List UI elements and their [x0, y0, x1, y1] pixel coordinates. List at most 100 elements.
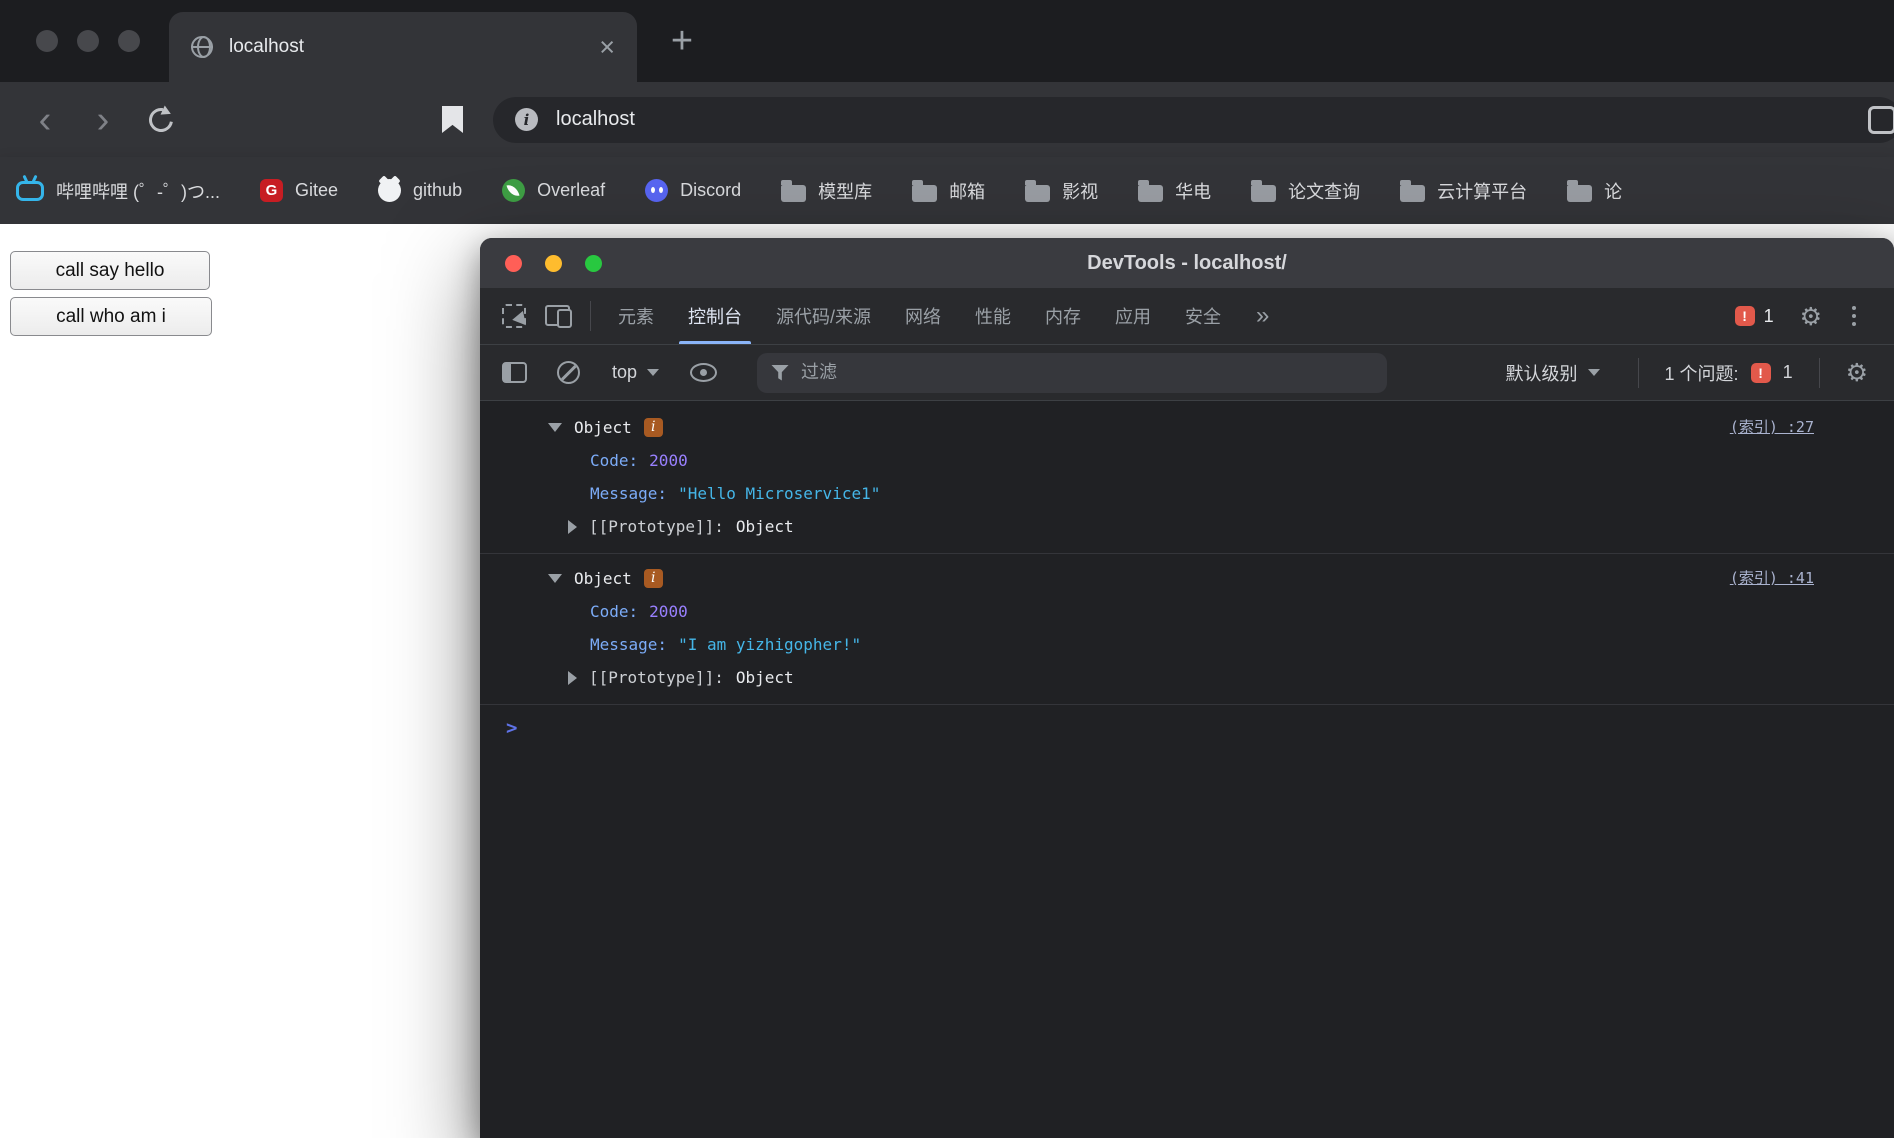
expand-triangle-icon[interactable]	[568, 519, 577, 534]
bookmark-label: 论文查询	[1288, 181, 1361, 202]
console-sidebar-button[interactable]	[492, 352, 536, 394]
context-selector[interactable]: top	[600, 362, 671, 383]
console-settings-gear-icon[interactable]: ⚙	[1846, 360, 1868, 385]
bookmark-folder-truncated[interactable]: 论	[1567, 178, 1622, 204]
forward-icon[interactable]: ›	[74, 101, 132, 139]
error-count-badge[interactable]: ! 1	[1734, 306, 1774, 327]
discord-icon	[645, 179, 669, 202]
close-window-button[interactable]	[36, 30, 58, 52]
new-tab-button[interactable]: +	[658, 18, 706, 66]
property-key: Message:	[590, 484, 668, 503]
bookmark-flag-icon[interactable]	[442, 106, 463, 133]
info-badge-icon[interactable]: i	[643, 569, 663, 588]
clear-console-button[interactable]	[546, 352, 590, 394]
prototype-line[interactable]: [[Prototype]]: Object	[480, 510, 1894, 543]
call-say-hello-button[interactable]: call say hello	[10, 251, 210, 290]
bookmark-label: 云计算平台	[1437, 181, 1528, 202]
log-levels-label: 默认级别	[1505, 363, 1578, 384]
issues-count: 1	[1782, 362, 1793, 382]
bookmark-folder-video[interactable]: 影视	[1025, 178, 1098, 204]
bookmark-folder-cloud[interactable]: 云计算平台	[1400, 178, 1527, 204]
gitee-icon: G	[260, 179, 283, 202]
bookmark-bilibili[interactable]: 哔哩哔哩 (゜-゜)つ...	[16, 178, 220, 204]
tab-close-icon[interactable]: ×	[599, 33, 615, 61]
folder-icon	[781, 179, 807, 202]
bookmark-github[interactable]: github	[378, 179, 462, 202]
prototype-line[interactable]: [[Prototype]]: Object	[480, 661, 1894, 694]
close-window-button[interactable]	[505, 255, 522, 272]
folder-icon	[1567, 179, 1593, 202]
bookmark-label: 华电	[1175, 181, 1212, 202]
tab-console[interactable]: 控制台	[671, 288, 759, 344]
bookmark-gitee[interactable]: G Gitee	[260, 179, 338, 202]
device-toolbar-button[interactable]	[536, 295, 580, 337]
bookmark-folder-huadian[interactable]: 华电	[1138, 178, 1211, 204]
console-output[interactable]: Object i (索引) :27 Code: 2000 Message: "H…	[480, 403, 1894, 1138]
bookmark-label: Gitee	[295, 180, 339, 200]
minimize-window-button[interactable]	[545, 255, 562, 272]
source-location-link[interactable]: (索引) :41	[1730, 562, 1814, 595]
object-preview-line[interactable]: Object i (索引) :27	[480, 411, 1894, 444]
sidebar-panel-icon	[501, 362, 527, 383]
tab-network[interactable]: 网络	[888, 288, 958, 344]
tab-elements[interactable]: 元素	[601, 288, 671, 344]
divider	[1637, 357, 1639, 388]
zoom-window-button[interactable]	[585, 255, 602, 272]
folder-icon	[1400, 179, 1426, 202]
console-filter[interactable]	[757, 352, 1388, 393]
property-key: Code:	[590, 602, 639, 621]
kebab-menu-icon[interactable]	[1848, 302, 1860, 330]
tab-sources[interactable]: 源代码/来源	[759, 288, 888, 344]
log-levels-selector[interactable]: 默认级别	[1494, 360, 1612, 386]
expand-triangle-icon[interactable]	[568, 670, 577, 685]
collapse-triangle-icon[interactable]	[548, 423, 562, 432]
prototype-value: Object	[735, 668, 794, 687]
bookmark-discord[interactable]: Discord	[645, 179, 741, 202]
filter-input[interactable]	[801, 362, 1374, 383]
tab-performance[interactable]: 性能	[958, 288, 1028, 344]
devtools-titlebar[interactable]: DevTools - localhost/	[480, 238, 1894, 288]
zoom-window-button[interactable]	[118, 30, 140, 52]
context-label: top	[612, 362, 638, 382]
filter-funnel-icon	[771, 364, 790, 381]
devtools-title: DevTools - localhost/	[1087, 251, 1287, 274]
object-preview-line[interactable]: Object i (索引) :41	[480, 562, 1894, 595]
browser-tab[interactable]: localhost ×	[169, 12, 637, 82]
bookmark-label: Overleaf	[537, 180, 606, 200]
bookmark-folder-papers[interactable]: 论文查询	[1251, 178, 1360, 204]
tab-security[interactable]: 安全	[1168, 288, 1238, 344]
bookmark-folder-mail[interactable]: 邮箱	[912, 178, 985, 204]
reload-icon[interactable]	[149, 108, 173, 132]
bookmark-folder-models[interactable]: 模型库	[781, 178, 872, 204]
bookmark-label: 论	[1604, 181, 1623, 202]
tab-application[interactable]: 应用	[1098, 288, 1168, 344]
divider	[590, 301, 591, 331]
url-text[interactable]: localhost	[556, 108, 635, 131]
console-message: Object i (索引) :41 Code: 2000 Message: "I…	[480, 554, 1894, 705]
object-label[interactable]: Object	[574, 562, 632, 595]
bookmark-overleaf[interactable]: Overleaf	[502, 179, 605, 202]
call-who-am-i-button[interactable]: call who am i	[10, 297, 212, 336]
site-info-icon[interactable]: i	[515, 108, 538, 131]
console-message: Object i (索引) :27 Code: 2000 Message: "H…	[480, 403, 1894, 554]
tab-memory[interactable]: 内存	[1028, 288, 1098, 344]
source-location-link[interactable]: (索引) :27	[1730, 411, 1814, 444]
object-label[interactable]: Object	[574, 411, 632, 444]
inspect-element-button[interactable]	[492, 295, 536, 337]
address-bar[interactable]: i localhost	[493, 96, 1894, 143]
console-prompt[interactable]: >	[480, 705, 1894, 738]
live-expression-button[interactable]	[681, 352, 725, 394]
more-tabs-icon[interactable]: »	[1238, 302, 1287, 330]
settings-gear-icon[interactable]: ⚙	[1800, 304, 1822, 329]
back-icon[interactable]: ‹	[16, 101, 74, 139]
omnibox-action-icon[interactable]	[1868, 105, 1894, 134]
info-badge-icon[interactable]: i	[643, 418, 663, 437]
bookmark-label: 邮箱	[949, 181, 986, 202]
devtools-window: DevTools - localhost/ 元素 控制台 源代码/来源 网络 性…	[480, 238, 1894, 1138]
bookmark-label: 影视	[1062, 181, 1099, 202]
issues-counter[interactable]: 1 个问题: ! 1	[1665, 360, 1793, 386]
collapse-triangle-icon[interactable]	[548, 574, 562, 583]
issue-error-icon: !	[1750, 362, 1771, 383]
property-key: Message:	[590, 635, 668, 654]
minimize-window-button[interactable]	[77, 30, 99, 52]
